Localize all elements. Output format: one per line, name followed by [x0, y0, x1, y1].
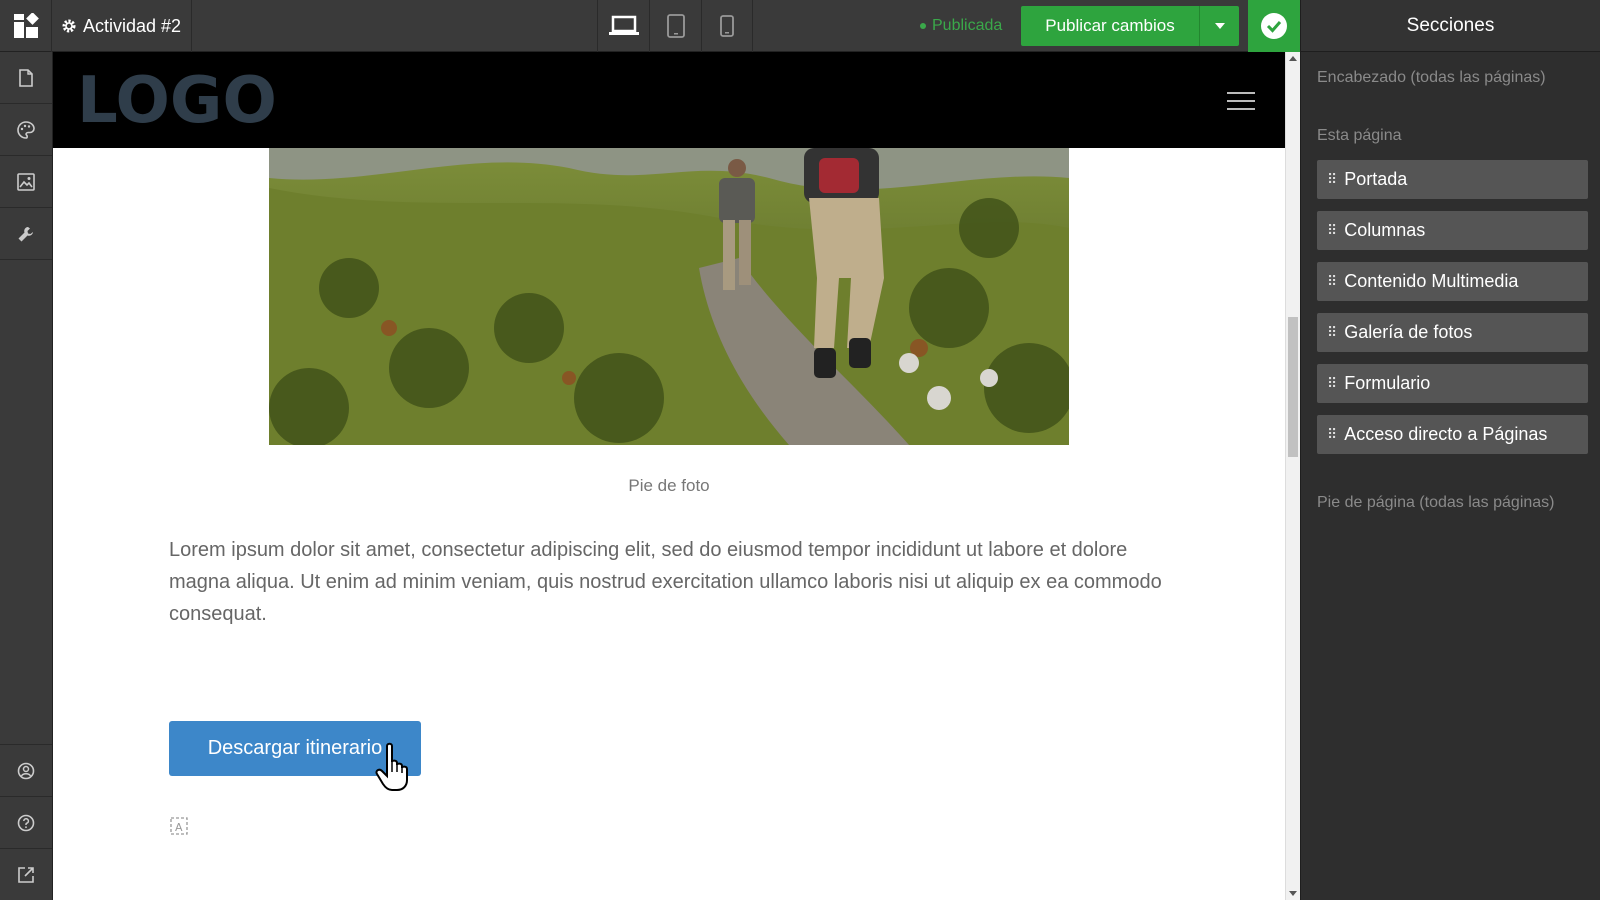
section-label: Columnas	[1344, 220, 1426, 240]
account-icon	[17, 762, 35, 779]
media-button[interactable]	[0, 156, 52, 208]
page-icon	[19, 68, 33, 87]
site-menu-button[interactable]	[1227, 92, 1255, 116]
gear-icon	[62, 19, 76, 33]
logo-text: LOGO	[77, 70, 277, 128]
app-logo-icon	[13, 13, 39, 38]
page-preview: LOGO Pie de foto Lorem ipsum dolor sit a…	[53, 52, 1285, 900]
account-button[interactable]	[0, 744, 52, 796]
publish-options-button[interactable]	[1199, 6, 1239, 46]
footer-section-label[interactable]: Pie de página (todas las páginas)	[1301, 494, 1600, 512]
wrench-icon	[18, 226, 33, 241]
text-frame-icon: A	[170, 817, 188, 835]
check-circle-icon	[1261, 13, 1287, 39]
section-label: Formulario	[1344, 373, 1431, 393]
tablet-view-button[interactable]	[649, 0, 701, 52]
section-item-acceso-directo[interactable]: ⠿ Acceso directo a Páginas	[1317, 415, 1588, 454]
section-label: Galería de fotos	[1344, 322, 1473, 342]
hand-pointer-icon	[375, 742, 415, 797]
section-item-portada[interactable]: ⠿ Portada	[1317, 160, 1588, 199]
section-label: Contenido Multimedia	[1344, 271, 1519, 291]
image-icon	[17, 172, 35, 191]
caret-down-icon	[1214, 23, 1225, 29]
drag-handle-icon[interactable]: ⠿	[1327, 273, 1337, 290]
publish-split-button: Publicar cambios	[1021, 6, 1239, 46]
device-switcher	[597, 0, 753, 52]
help-icon	[17, 814, 35, 831]
rail-bottom-group	[0, 744, 52, 900]
scroll-up-arrow-icon[interactable]	[1289, 56, 1297, 61]
site-logo[interactable]: LOGO	[77, 64, 313, 138]
open-site-button[interactable]	[0, 848, 52, 900]
drag-handle-icon[interactable]: ⠿	[1327, 222, 1337, 239]
drag-handle-icon[interactable]: ⠿	[1327, 375, 1337, 392]
publish-changes-button[interactable]: Publicar cambios	[1021, 6, 1199, 46]
section-item-contenido-multimedia[interactable]: ⠿ Contenido Multimedia	[1317, 262, 1588, 301]
drag-handle-icon[interactable]: ⠿	[1327, 426, 1337, 443]
section-item-formulario[interactable]: ⠿ Formulario	[1317, 364, 1588, 403]
drag-handle-icon[interactable]: ⠿	[1327, 171, 1337, 188]
status-dot	[920, 23, 926, 29]
site-header[interactable]: LOGO	[53, 52, 1285, 148]
body-paragraph[interactable]: Lorem ipsum dolor sit amet, consectetur …	[169, 534, 1169, 630]
panel-title: Secciones	[1301, 0, 1600, 52]
section-item-galeria-de-fotos[interactable]: ⠿ Galería de fotos	[1317, 313, 1588, 352]
palette-icon	[17, 120, 35, 139]
left-rail	[0, 52, 53, 900]
drag-handle-icon[interactable]: ⠿	[1327, 324, 1337, 341]
section-label: Acceso directo a Páginas	[1344, 424, 1548, 444]
site-title: Actividad #2	[83, 15, 182, 36]
hiking-photo[interactable]	[269, 148, 1069, 445]
hikers-image	[269, 148, 1069, 445]
mobile-view-button[interactable]	[701, 0, 753, 52]
status-label: Publicada	[932, 17, 1003, 34]
top-toolbar: Actividad #2 Publicada Publicar cambios	[0, 0, 1300, 52]
phone-icon	[720, 15, 734, 37]
laptop-icon	[608, 15, 639, 35]
app-logo-button[interactable]	[0, 0, 52, 52]
design-button[interactable]	[0, 104, 52, 156]
photo-caption[interactable]: Pie de foto	[53, 476, 1285, 496]
this-page-label: Esta página	[1317, 127, 1402, 144]
preview-scrollbar[interactable]	[1285, 52, 1300, 900]
scroll-down-arrow-icon[interactable]	[1289, 891, 1297, 896]
desktop-view-button[interactable]	[597, 0, 649, 52]
site-settings-button[interactable]: Actividad #2	[53, 0, 193, 52]
publish-status: Publicada	[920, 0, 1002, 52]
tablet-icon	[666, 14, 685, 38]
header-section-label[interactable]: Encabezado (todas las páginas)	[1301, 69, 1600, 87]
section-label: Portada	[1344, 169, 1408, 189]
text-block-icon[interactable]: A	[169, 816, 189, 841]
scroll-thumb[interactable]	[1288, 317, 1298, 457]
help-button[interactable]	[0, 796, 52, 848]
section-item-columnas[interactable]: ⠿ Columnas	[1317, 211, 1588, 250]
svg-text:A: A	[175, 821, 183, 834]
tools-button[interactable]	[0, 208, 52, 260]
sections-panel: Secciones Encabezado (todas las páginas)…	[1300, 0, 1600, 900]
sections-panel-toggle[interactable]	[1248, 0, 1300, 52]
external-link-icon	[18, 866, 34, 883]
pages-button[interactable]	[0, 52, 52, 104]
logo-image: LOGO	[77, 64, 277, 138]
